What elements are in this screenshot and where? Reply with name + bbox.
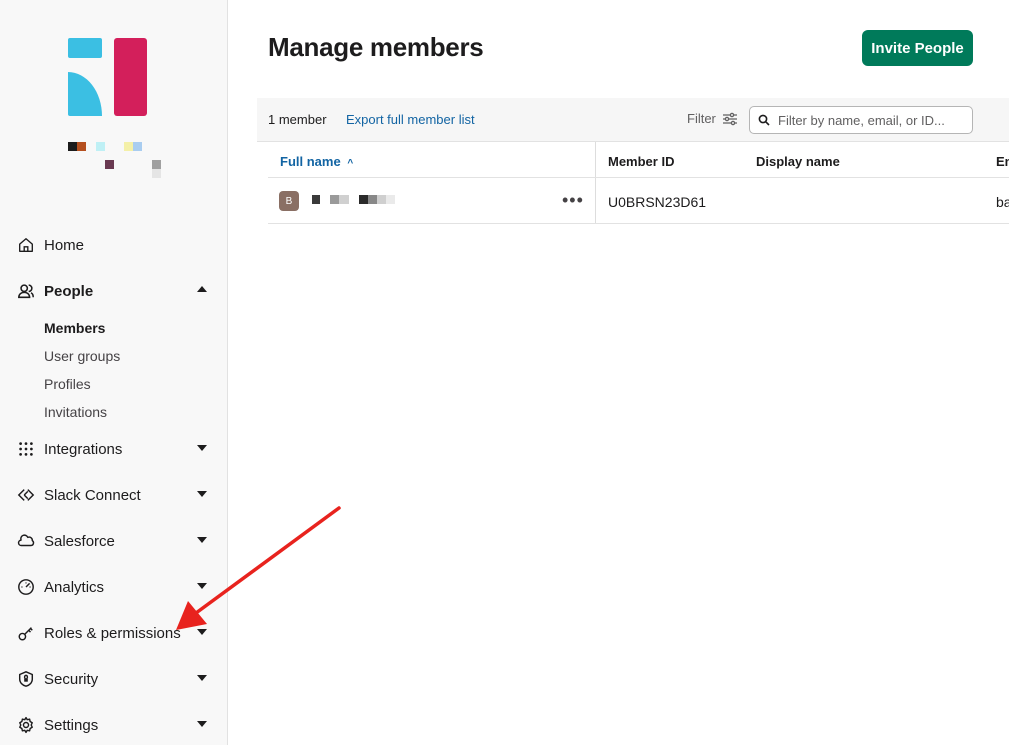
slack-connect-icon — [16, 485, 36, 505]
logo-blue-shape — [68, 38, 102, 116]
column-header-member-id[interactable]: Member ID — [608, 154, 674, 169]
chevron-down-icon[interactable] — [197, 491, 207, 497]
search-icon — [758, 114, 770, 126]
chevron-up-icon[interactable] — [197, 286, 207, 292]
people-icon — [16, 281, 36, 301]
gear-icon — [16, 715, 36, 735]
integrations-icon — [16, 439, 36, 459]
sidebar-item-slack-connect[interactable]: Slack Connect — [0, 472, 228, 518]
sidebar: Home People Members User groups Profiles… — [0, 0, 228, 745]
salesforce-cloud-icon — [16, 531, 36, 551]
sidebar-item-label: Analytics — [44, 578, 105, 596]
sidebar-subitem-invitations[interactable]: Invitations — [0, 398, 228, 426]
email-cell: ba — [996, 194, 1009, 210]
sidebar-item-label: Salesforce — [44, 532, 115, 550]
member-search-box[interactable] — [749, 106, 973, 134]
sidebar-item-settings[interactable]: Settings — [0, 702, 228, 745]
sidebar-nav: Home People Members User groups Profiles… — [0, 222, 228, 745]
export-member-list-link[interactable]: Export full member list — [346, 112, 475, 127]
page-title: Manage members — [268, 32, 484, 62]
key-icon — [16, 623, 36, 643]
member-count: 1 member — [268, 112, 327, 127]
sort-ascending-icon: ^ — [347, 158, 354, 169]
chevron-down-icon[interactable] — [197, 583, 207, 589]
sidebar-item-label: Integrations — [44, 440, 123, 458]
home-icon — [16, 235, 36, 255]
sidebar-item-analytics[interactable]: Analytics — [0, 564, 228, 610]
chevron-down-icon[interactable] — [197, 445, 207, 451]
column-header-email[interactable]: Em — [996, 154, 1009, 169]
sidebar-subitem-members[interactable]: Members — [0, 314, 228, 342]
table-header: Full name ^ Member ID Display name Em — [268, 142, 1009, 178]
chevron-down-icon[interactable] — [197, 721, 207, 727]
sliders-icon — [722, 112, 737, 125]
sidebar-subitem-profiles[interactable]: Profiles — [0, 370, 228, 398]
more-actions-icon[interactable]: ••• — [562, 191, 584, 209]
filter-button[interactable]: Filter — [687, 111, 738, 126]
chevron-down-icon[interactable] — [197, 675, 207, 681]
chevron-down-icon[interactable] — [197, 537, 207, 543]
sidebar-item-label: Home — [44, 236, 85, 254]
logo-red-shape — [114, 38, 147, 116]
sidebar-item-security[interactable]: Security — [0, 656, 228, 702]
sidebar-item-label: Settings — [44, 716, 99, 734]
column-header-full-name[interactable]: Full name ^ — [280, 154, 353, 169]
filter-label: Filter — [687, 111, 716, 126]
column-header-display-name[interactable]: Display name — [756, 154, 840, 169]
table-row[interactable]: B ••• U0BRSN23D61 ba — [268, 178, 1009, 224]
analytics-gauge-icon — [16, 577, 36, 597]
member-search-input[interactable] — [778, 112, 958, 128]
members-toolbar: 1 member Export full member list Filter — [257, 98, 1009, 142]
sidebar-item-people[interactable]: People — [0, 268, 228, 314]
avatar: B — [279, 191, 299, 211]
invite-people-button[interactable]: Invite People — [862, 30, 973, 66]
sidebar-item-label: People — [44, 282, 94, 300]
main-content: Manage members Invite People 1 member Ex… — [229, 0, 1009, 745]
sidebar-item-label: Roles & permissions — [44, 624, 181, 642]
sidebar-item-salesforce[interactable]: Salesforce — [0, 518, 228, 564]
shield-icon — [16, 669, 36, 689]
members-table: Full name ^ Member ID Display name Em B … — [268, 142, 1009, 224]
chevron-down-icon[interactable] — [197, 629, 207, 635]
sidebar-item-label: Slack Connect — [44, 486, 141, 504]
member-id-cell: U0BRSN23D61 — [608, 194, 707, 210]
sidebar-item-roles-permissions[interactable]: Roles & permissions — [0, 610, 228, 656]
sidebar-subitem-user-groups[interactable]: User groups — [0, 342, 228, 370]
sidebar-item-home[interactable]: Home — [0, 222, 228, 268]
sidebar-item-integrations[interactable]: Integrations — [0, 426, 228, 472]
sidebar-item-label: Security — [44, 670, 99, 688]
workspace-logo[interactable] — [68, 38, 148, 116]
